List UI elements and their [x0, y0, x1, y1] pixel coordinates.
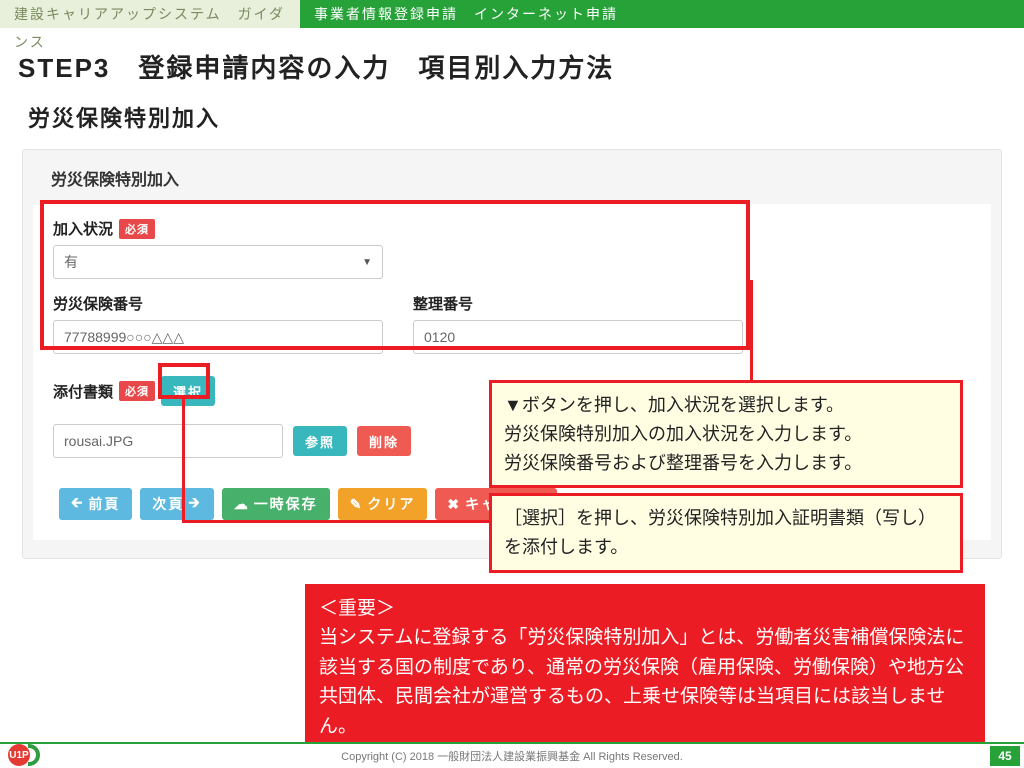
panel-title: 労災保険特別加入: [23, 150, 1001, 204]
input-ref-no-value: 0120: [424, 329, 455, 345]
field-ref-no: 整理番号 0120: [413, 293, 743, 354]
required-badge: 必須: [119, 219, 155, 239]
status-select[interactable]: 有 ▼: [53, 245, 383, 279]
label-attachment-text: 添付書類: [53, 381, 113, 402]
logo-badge: U1P: [8, 744, 30, 766]
clear-button[interactable]: ✎ クリア: [338, 488, 428, 520]
row-status: 加入状況 必須 有 ▼: [53, 218, 971, 279]
select-button[interactable]: 選択: [161, 376, 215, 406]
cloud-icon: ☁: [234, 496, 250, 513]
file-name-value: rousai.JPG: [64, 433, 133, 449]
row-numbers: 労災保険番号 77788999○○○△△△ 整理番号 0120: [53, 293, 971, 354]
file-name-input[interactable]: rousai.JPG: [53, 424, 283, 458]
eraser-icon: ✎: [350, 496, 364, 513]
save-button[interactable]: ☁ 一時保存: [222, 488, 330, 520]
step-title: STEP3 登録申請内容の入力 項目別入力方法: [18, 48, 1024, 85]
next-button-label: 次頁: [152, 494, 184, 514]
delete-button[interactable]: 削除: [357, 426, 411, 456]
label-insurance-no: 労災保険番号: [53, 293, 383, 314]
banner-guidance: 建設キャリアアップシステム ガイダンス: [0, 0, 300, 28]
cancel-icon: ✖: [447, 496, 461, 513]
label-attachment: 添付書類 必須: [53, 381, 155, 402]
callout-main: ▼ボタンを押し、加入状況を選択します。 労災保険特別加入の加入状況を入力します。…: [489, 380, 963, 488]
input-insurance-no[interactable]: 77788999○○○△△△: [53, 320, 383, 354]
input-ref-no[interactable]: 0120: [413, 320, 743, 354]
save-button-label: 一時保存: [254, 494, 318, 514]
clear-button-label: クリア: [367, 494, 415, 514]
page-number: 45: [990, 746, 1020, 766]
label-ref-no: 整理番号: [413, 293, 743, 314]
connector-select-h: [182, 520, 490, 523]
label-status-text: 加入状況: [53, 218, 113, 239]
logo: U1P: [8, 744, 40, 766]
required-badge-attachment: 必須: [119, 381, 155, 401]
status-select-value: 有: [64, 252, 78, 272]
connector-select-v: [182, 399, 185, 522]
chevron-down-icon: ▼: [362, 257, 372, 268]
top-bar: 建設キャリアアップシステム ガイダンス 事業者情報登録申請 インターネット申請: [0, 0, 1024, 28]
next-button[interactable]: 次頁 🡲: [140, 488, 213, 520]
input-insurance-no-value: 77788999○○○△△△: [64, 329, 184, 346]
banner-application: 事業者情報登録申請 インターネット申請: [300, 0, 1024, 28]
important-heading: ＜重要＞: [319, 594, 971, 623]
important-body: 当システムに登録する「労災保険特別加入」とは、労働者災害補償保険法に該当する国の…: [319, 623, 971, 741]
field-insurance-no: 労災保険番号 77788999○○○△△△: [53, 293, 383, 354]
panel-body: 加入状況 必須 有 ▼ 労災保険番号 77788999○○○△△△ 整理番号: [33, 204, 991, 540]
connector-inputs-v: [750, 280, 753, 385]
arrow-left-icon: 🡰: [71, 492, 84, 516]
important-box: ＜重要＞ 当システムに登録する「労災保険特別加入」とは、労働者災害補償保険法に該…: [305, 584, 985, 753]
section-title: 労災保険特別加入: [28, 101, 1024, 133]
label-status: 加入状況 必須: [53, 218, 971, 239]
logo-arc-icon: [28, 744, 40, 766]
prev-button-label: 前頁: [88, 494, 120, 514]
copyright-text: Copyright (C) 2018 一般財団法人建設業振興基金 All Rig…: [341, 748, 683, 764]
arrow-right-icon: 🡲: [188, 492, 201, 516]
browse-button[interactable]: 参照: [293, 426, 347, 456]
prev-button[interactable]: 🡰 前頁: [59, 488, 132, 520]
footer: Copyright (C) 2018 一般財団法人建設業振興基金 All Rig…: [0, 742, 1024, 768]
page: 建設キャリアアップシステム ガイダンス 事業者情報登録申請 インターネット申請 …: [0, 0, 1024, 768]
callout-select: ［選択］を押し、労災保険特別加入証明書類（写し）を添付します。: [489, 493, 963, 573]
